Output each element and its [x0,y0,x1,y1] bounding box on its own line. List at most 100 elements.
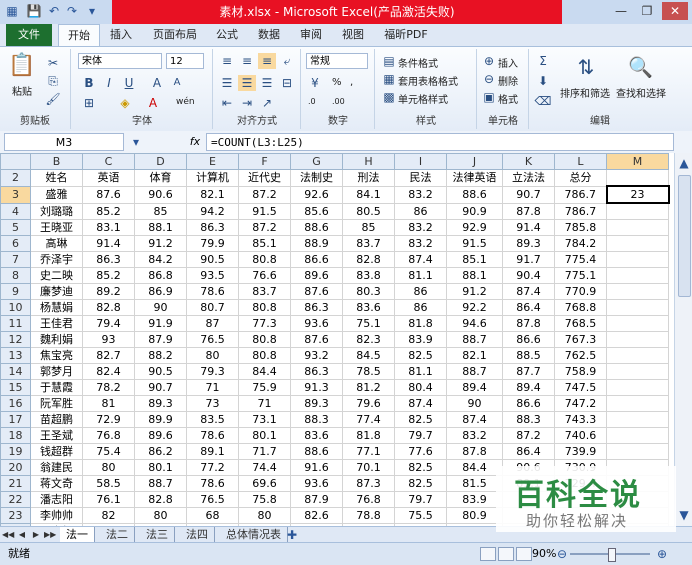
cell-I6[interactable]: 83.2 [394,235,447,252]
sort-filter-icon[interactable]: ⇅ [574,55,598,79]
column-header-J[interactable]: J [446,153,503,170]
paste-button[interactable]: 粘贴 [12,83,32,98]
cell-F15[interactable]: 75.9 [238,379,291,396]
grow-font-icon[interactable]: A [148,75,166,91]
format-table-icon[interactable]: ▦ [380,71,398,87]
conditional-format-icon[interactable]: ▤ [380,53,398,69]
cell-L3[interactable]: 786.7 [554,185,607,204]
cell-D9[interactable]: 86.9 [134,283,187,300]
cell-G8[interactable]: 89.6 [290,267,343,284]
cell-F20[interactable]: 74.4 [238,459,291,476]
cell-J11[interactable]: 94.6 [446,315,503,332]
row-header[interactable]: 23 [0,507,31,524]
cell-G19[interactable]: 88.6 [290,443,343,460]
align-middle-icon[interactable]: ≡ [238,53,256,69]
cell-L18[interactable]: 740.6 [554,427,607,444]
cell-I16[interactable]: 87.4 [394,395,447,412]
cell-K10[interactable]: 86.4 [502,299,555,316]
cell-C6[interactable]: 91.4 [82,235,135,252]
row-header[interactable]: 10 [0,299,31,316]
column-header-D[interactable]: D [134,153,187,170]
cell-D6[interactable]: 91.2 [134,235,187,252]
cell-K9[interactable]: 87.4 [502,283,555,300]
sheet-tab[interactable]: 法四 [180,527,215,542]
cell-I8[interactable]: 81.1 [394,267,447,284]
cell-H9[interactable]: 80.3 [342,283,395,300]
cell-F4[interactable]: 91.5 [238,202,291,220]
close-button[interactable]: ✕ [662,2,688,20]
tab-page-layout[interactable]: 页面布局 [146,24,204,46]
underline-button[interactable]: U [120,75,138,91]
cell-L13[interactable]: 762.5 [554,347,607,364]
cell-M11[interactable] [606,315,669,332]
cell-H11[interactable]: 75.1 [342,315,395,332]
cell-B18[interactable]: 王圣斌 [30,427,83,444]
cell-K3[interactable]: 90.7 [502,185,555,204]
scroll-down-icon[interactable]: ▼ [676,507,692,523]
cell-E19[interactable]: 89.1 [186,443,239,460]
cell-K4[interactable]: 87.8 [502,202,555,220]
cell-J4[interactable]: 90.9 [446,202,503,220]
cell-F3[interactable]: 87.2 [238,185,291,204]
comma-button[interactable]: , [350,77,353,88]
cell-G14[interactable]: 86.3 [290,363,343,380]
clear-icon[interactable]: ⌫ [534,93,552,109]
tab-data[interactable]: 数据 [252,24,286,46]
cell-L16[interactable]: 747.2 [554,395,607,412]
cell-H3[interactable]: 84.1 [342,185,395,204]
cell-B7[interactable]: 乔泽宇 [30,251,83,268]
phonetic-button[interactable]: wén [176,97,195,107]
new-sheet-icon[interactable]: ✚ [284,527,300,543]
cell-I7[interactable]: 87.4 [394,251,447,268]
cell-K14[interactable]: 87.7 [502,363,555,380]
cell-H7[interactable]: 82.8 [342,251,395,268]
cell-E13[interactable]: 80 [186,347,239,364]
cell-J13[interactable]: 82.1 [446,347,503,364]
select-all-corner[interactable] [0,153,31,170]
cell-I14[interactable]: 81.1 [394,363,447,380]
insert-cells-button[interactable]: 插入 [498,55,518,70]
find-select-button[interactable]: 查找和选择 [616,85,666,100]
cell-H13[interactable]: 84.5 [342,347,395,364]
cell-B23[interactable]: 李帅帅 [30,507,83,524]
cell-H6[interactable]: 83.7 [342,235,395,252]
cell-K8[interactable]: 90.4 [502,267,555,284]
copy-icon[interactable]: ⎘ [44,73,62,89]
cell-G16[interactable]: 89.3 [290,395,343,412]
cell-M13[interactable] [606,347,669,364]
cell-B16[interactable]: 阮军胜 [30,395,83,412]
cell-E7[interactable]: 90.5 [186,251,239,268]
column-header-F[interactable]: F [238,153,291,170]
cell-H20[interactable]: 70.1 [342,459,395,476]
cell-G10[interactable]: 86.3 [290,299,343,316]
cell-G4[interactable]: 85.6 [290,202,343,220]
cell-J9[interactable]: 91.2 [446,283,503,300]
sheet-tab[interactable]: 法一 [60,527,95,542]
cell-E12[interactable]: 76.5 [186,331,239,348]
scroll-up-icon[interactable]: ▲ [676,155,692,171]
cell-E3[interactable]: 82.1 [186,185,239,204]
cell-D3[interactable]: 90.6 [134,185,187,204]
tab-foxit-pdf[interactable]: 福昕PDF [378,24,434,46]
cell-G12[interactable]: 87.6 [290,331,343,348]
row-header[interactable]: 8 [0,267,31,284]
cell-I4[interactable]: 86 [394,202,447,220]
cell-D13[interactable]: 88.2 [134,347,187,364]
percent-button[interactable]: % [332,77,342,88]
cell-E8[interactable]: 93.5 [186,267,239,284]
cell-H18[interactable]: 81.8 [342,427,395,444]
cell-G13[interactable]: 93.2 [290,347,343,364]
vertical-scrollbar[interactable]: ▲ ▼ [674,153,692,526]
cell-F10[interactable]: 80.8 [238,299,291,316]
cell-B20[interactable]: 翁建民 [30,459,83,476]
cell-B12[interactable]: 魏利娟 [30,331,83,348]
cell-L6[interactable]: 784.2 [554,235,607,252]
cell-C4[interactable]: 85.2 [82,202,135,220]
row-header[interactable]: 6 [0,235,31,252]
next-sheet-icon[interactable]: ▶ [30,528,42,542]
cell-L15[interactable]: 747.5 [554,379,607,396]
cell-I3[interactable]: 83.2 [394,185,447,204]
cell-L11[interactable]: 768.5 [554,315,607,332]
cell-I11[interactable]: 81.8 [394,315,447,332]
sheet-tab[interactable]: 总体情况表 [220,527,288,542]
